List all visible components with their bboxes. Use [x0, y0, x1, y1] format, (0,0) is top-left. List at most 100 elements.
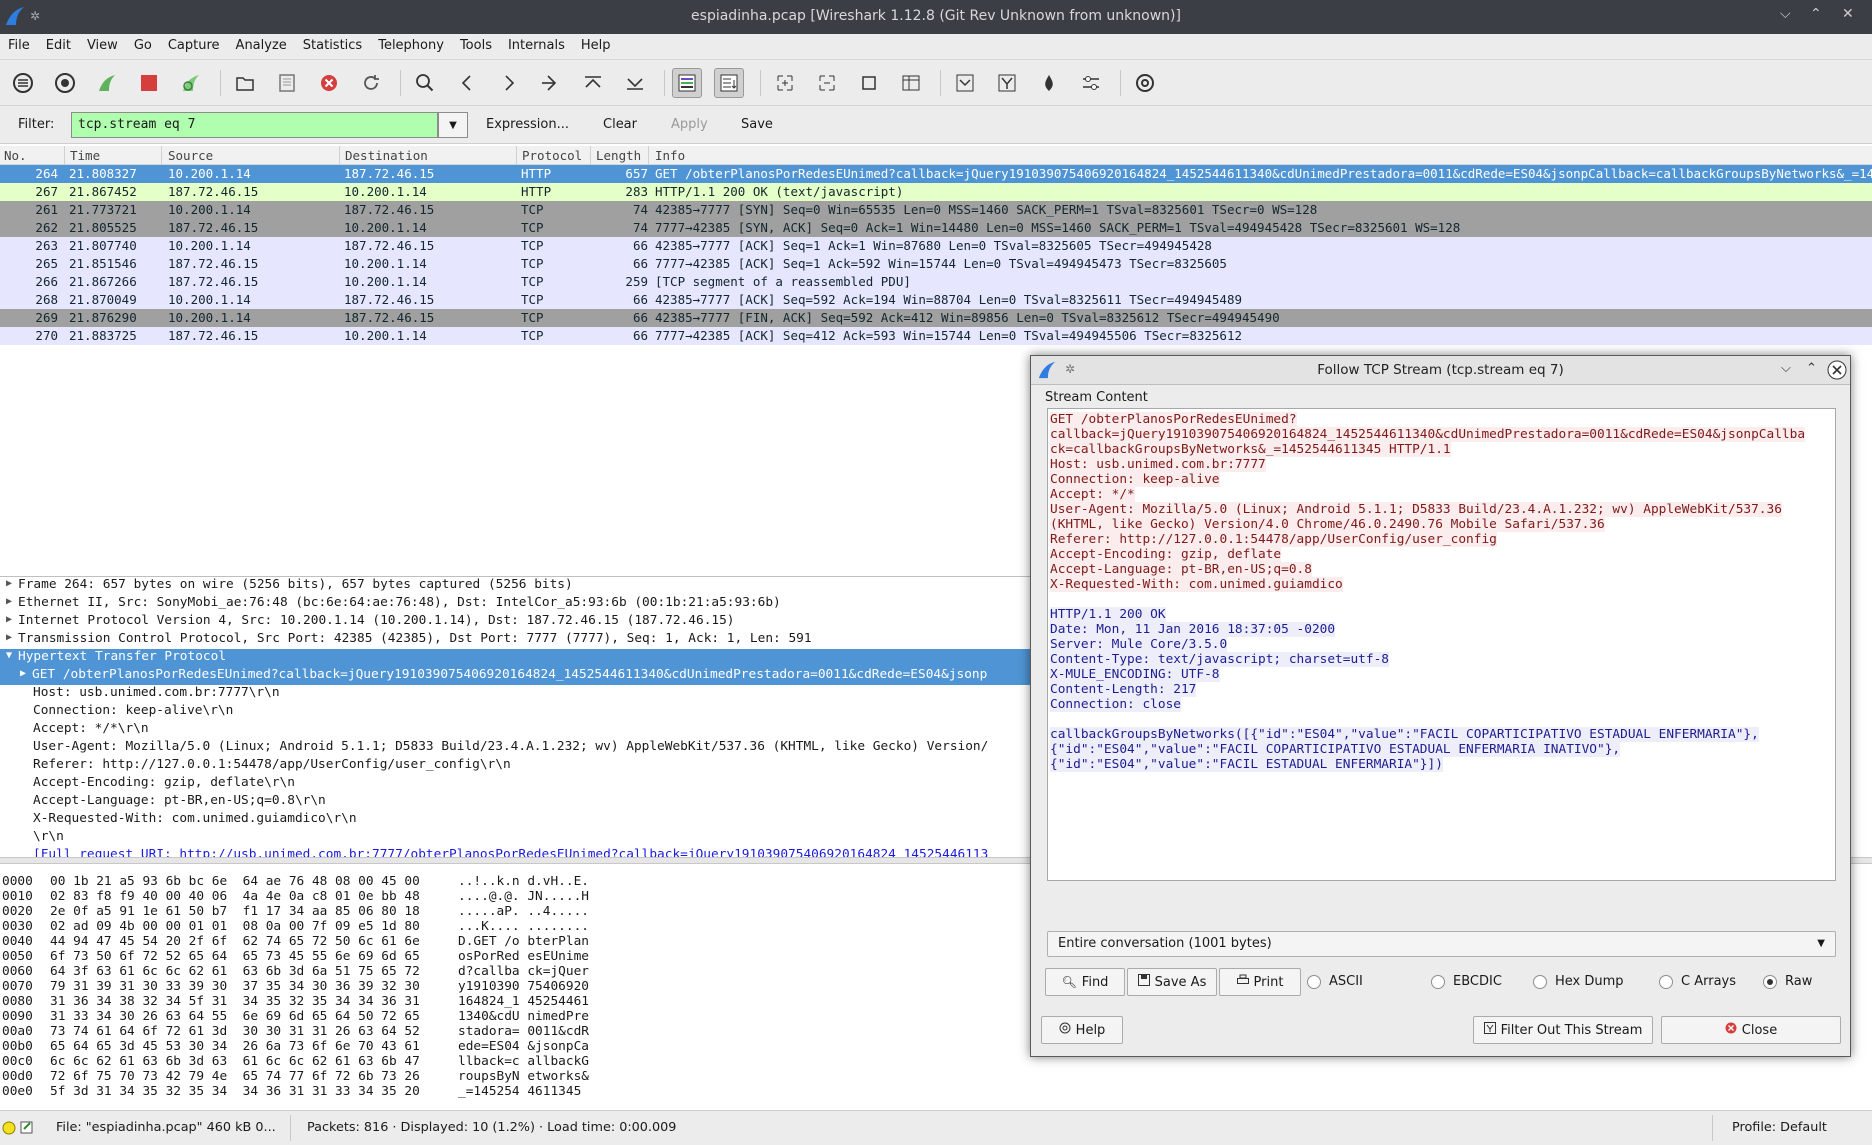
hex-row[interactable]: 0010 02 83 f8 f9 40 00 40 06 4a 4e 0a c8 … [0, 889, 1035, 904]
hex-row[interactable]: 0000 00 1b 21 a5 93 6b bc 6e 64 ae 76 48 … [0, 874, 1035, 889]
format-radio-hexdump[interactable]: Hex Dump [1533, 974, 1624, 989]
save-as-button[interactable]: Save As [1127, 968, 1217, 996]
clear-button[interactable]: Clear [603, 117, 637, 132]
hex-row[interactable]: 0090 31 33 34 30 26 63 64 55 6e 69 6d 65 … [0, 1009, 1035, 1024]
detail-row-header[interactable]: Accept-Encoding: gzip, deflate\r\n [0, 775, 1035, 793]
hex-row[interactable]: 00e0 5f 3d 31 34 35 32 35 34 34 36 31 31 … [0, 1084, 1035, 1099]
menu-edit[interactable]: Edit [38, 34, 79, 53]
go-forward-icon[interactable] [494, 68, 524, 98]
expert-info-icon[interactable] [2, 1121, 16, 1139]
minimize-icon[interactable]: ⌵ [1781, 361, 1791, 376]
detail-row-header[interactable]: \r\n [0, 829, 1035, 847]
hex-row[interactable]: 0080 31 36 34 38 32 34 5f 31 34 35 32 35 … [0, 994, 1035, 1009]
zoom-in-icon[interactable] [770, 68, 800, 98]
menu-internals[interactable]: Internals [500, 34, 573, 53]
hex-row[interactable]: 0040 44 94 47 45 54 20 2f 6f 62 74 65 72 … [0, 934, 1035, 949]
detail-row-header[interactable]: Connection: keep-alive\r\n [0, 703, 1035, 721]
hex-row[interactable]: 0060 64 3f 63 61 6c 6c 62 61 63 6b 3d 6a … [0, 964, 1035, 979]
auto-scroll-icon[interactable] [714, 68, 744, 98]
expand-arrow-icon[interactable]: ▶ [6, 596, 12, 607]
menu-analyze[interactable]: Analyze [228, 34, 295, 53]
maximize-icon[interactable]: ⌃ [1810, 6, 1822, 22]
interfaces-icon[interactable] [8, 68, 38, 98]
first-packet-icon[interactable] [578, 68, 608, 98]
detail-row-full-uri[interactable]: [Full request URI: http://usb.unimed.com… [0, 847, 1035, 857]
detail-row-frame[interactable]: ▶ Frame 264: 657 bytes on wire (5256 bits… [0, 577, 1035, 595]
filter-out-stream-button[interactable]: Filter Out This Stream [1473, 1016, 1653, 1044]
column-info[interactable]: Info [655, 148, 685, 163]
packet-row[interactable]: 266 21.867266 187.72.46.15 10.200.1.14 TCP 25… [0, 273, 1872, 291]
detail-row-ipv4[interactable]: ▶ Internet Protocol Version 4, Src: 10.20… [0, 613, 1035, 631]
column-source[interactable]: Source [168, 148, 213, 163]
expand-arrow-icon[interactable]: ▶ [20, 668, 26, 679]
hex-row[interactable]: 0030 02 ad 09 4b 00 00 01 01 08 0a 00 7f … [0, 919, 1035, 934]
go-back-icon[interactable] [452, 68, 482, 98]
detail-row-header[interactable]: X-Requested-With: com.unimed.guiamdico\r… [0, 811, 1035, 829]
hex-row[interactable]: 00a0 73 74 61 64 6f 72 61 3d 30 30 31 31 … [0, 1024, 1035, 1039]
packet-row[interactable]: 269 21.876290 10.200.1.14 187.72.46.15 TCP 66… [0, 309, 1872, 327]
preferences-icon[interactable] [1076, 68, 1106, 98]
restart-capture-icon[interactable] [176, 68, 206, 98]
last-packet-icon[interactable] [620, 68, 650, 98]
packet-row[interactable]: 268 21.870049 10.200.1.14 187.72.46.15 TCP 66… [0, 291, 1872, 309]
hex-row[interactable]: 00d0 72 6f 75 70 73 42 79 4e 65 74 77 6f … [0, 1069, 1035, 1084]
packet-row[interactable]: 267 21.867452 187.72.46.15 10.200.1.14 HTTP 2… [0, 183, 1872, 201]
column-time[interactable]: Time [70, 148, 100, 163]
display-filter-input[interactable]: tcp.stream eq 7 [71, 112, 438, 138]
format-radio-ebcdic[interactable]: EBCDIC [1431, 974, 1502, 989]
packet-row[interactable]: 265 21.851546 187.72.46.15 10.200.1.14 TCP 66… [0, 255, 1872, 273]
start-capture-icon[interactable] [92, 68, 122, 98]
packet-row[interactable]: 262 21.805525 187.72.46.15 10.200.1.14 TCP 74… [0, 219, 1872, 237]
menu-capture[interactable]: Capture [160, 34, 228, 53]
detail-row-ethernet[interactable]: ▶ Ethernet II, Src: SonyMobi_ae:76:48 (bc… [0, 595, 1035, 613]
collapse-arrow-icon[interactable]: ▼ [6, 650, 12, 661]
colorize-icon[interactable] [672, 68, 702, 98]
hex-row[interactable]: 00c0 6c 6c 62 61 63 6b 3d 63 61 6c 6c 62 … [0, 1054, 1035, 1069]
stream-content-text[interactable]: GET /obterPlanosPorRedesEUnimed? callbac… [1047, 408, 1836, 881]
detail-row-header[interactable]: Accept-Language: pt-BR,en-US;q=0.8\r\n [0, 793, 1035, 811]
menu-view[interactable]: View [79, 34, 126, 53]
detail-row-http[interactable]: ▼ Hypertext Transfer Protocol [0, 649, 1035, 667]
close-icon[interactable]: ✕ [1842, 6, 1854, 22]
print-button[interactable]: Print [1219, 968, 1301, 996]
detail-row-tcp[interactable]: ▶ Transmission Control Protocol, Src Port… [0, 631, 1035, 649]
detail-row-header[interactable]: Referer: http://127.0.0.1:54478/app/User… [0, 757, 1035, 775]
open-file-icon[interactable] [230, 68, 260, 98]
column-destination[interactable]: Destination [345, 148, 428, 163]
expand-arrow-icon[interactable]: ▶ [6, 632, 12, 643]
filter-dropdown-button[interactable]: ▼ [438, 112, 468, 138]
expand-arrow-icon[interactable]: ▶ [6, 578, 12, 589]
menu-go[interactable]: Go [126, 34, 160, 53]
menu-telephony[interactable]: Telephony [370, 34, 452, 53]
hex-row[interactable]: 0050 6f 73 50 6f 72 52 65 64 65 73 45 55 … [0, 949, 1035, 964]
capture-options-icon[interactable] [50, 68, 80, 98]
expand-arrow-icon[interactable]: ▶ [6, 614, 12, 625]
format-radio-raw[interactable]: Raw [1763, 974, 1812, 989]
find-button[interactable]: 🔍︎ Find [1045, 968, 1125, 996]
packet-row[interactable]: 261 21.773721 10.200.1.14 187.72.46.15 TCP 74… [0, 201, 1872, 219]
hex-row[interactable]: 0070 79 31 39 31 30 33 39 30 37 35 34 30 … [0, 979, 1035, 994]
packet-row[interactable]: 263 21.807740 10.200.1.14 187.72.46.15 TCP 66… [0, 237, 1872, 255]
capture-comments-icon[interactable] [20, 1120, 34, 1138]
column-protocol[interactable]: Protocol [522, 148, 582, 163]
menu-help[interactable]: Help [573, 34, 619, 53]
detail-row-header[interactable]: Accept: */*\r\n [0, 721, 1035, 739]
maximize-icon[interactable]: ⌃ [1806, 361, 1817, 376]
packet-row[interactable]: 270 21.883725 187.72.46.15 10.200.1.14 TCP 66… [0, 327, 1872, 345]
menu-statistics[interactable]: Statistics [295, 34, 370, 53]
detail-row-header[interactable]: Host: usb.unimed.com.br:7777\r\n [0, 685, 1035, 703]
detail-row-header[interactable]: User-Agent: Mozilla/5.0 (Linux; Android … [0, 739, 1035, 757]
go-to-packet-icon[interactable] [536, 68, 566, 98]
format-radio-ascii[interactable]: ASCII [1307, 974, 1363, 989]
menu-file[interactable]: File [0, 34, 38, 53]
help-button[interactable]: Help [1041, 1016, 1123, 1044]
help-contents-icon[interactable] [1130, 68, 1160, 98]
hex-row[interactable]: 0020 2e 0f a5 91 1e 61 50 b7 f1 17 34 aa … [0, 904, 1035, 919]
resize-columns-icon[interactable] [896, 68, 926, 98]
conversation-select[interactable]: Entire conversation (1001 bytes) ▼ [1047, 931, 1836, 957]
find-packet-icon[interactable] [410, 68, 440, 98]
format-radio-carrays[interactable]: C Arrays [1659, 974, 1736, 989]
apply-button[interactable]: Apply [671, 117, 708, 132]
expression-button[interactable]: Expression... [486, 117, 569, 132]
reload-icon[interactable] [356, 68, 386, 98]
